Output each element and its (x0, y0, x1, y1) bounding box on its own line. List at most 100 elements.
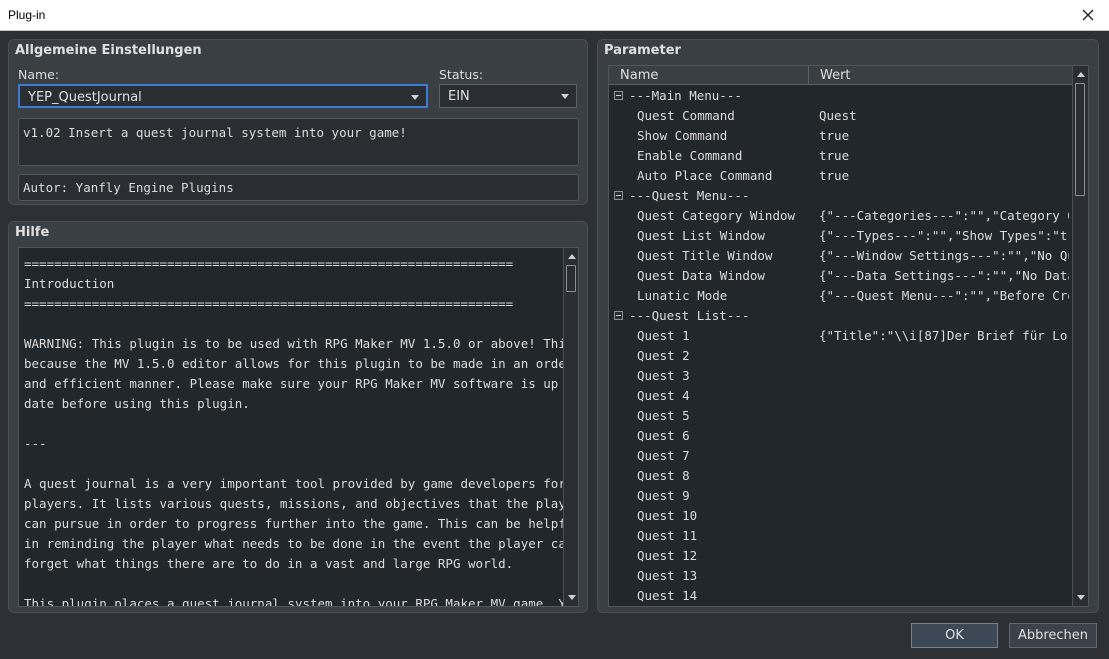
collapse-icon[interactable] (614, 91, 623, 100)
parameter-row[interactable]: Enable Command true (609, 146, 1071, 166)
parameter-row[interactable]: Quest Command Quest (609, 106, 1071, 126)
parameter-name: Quest 14 (637, 588, 698, 603)
help-line: players. It lists various quests, missio… (24, 496, 579, 511)
chevron-down-icon (561, 94, 569, 99)
parameter-row[interactable]: Quest List Window {"---Types---":"","Show… (609, 226, 1071, 246)
parameter-table[interactable]: Name Wert ---Main Menu--- Quest Command Qu… (608, 65, 1089, 607)
help-line: ========================================… (24, 256, 514, 271)
close-icon[interactable] (1077, 4, 1099, 26)
ok-button[interactable]: OK (911, 623, 998, 648)
parameter-name: Quest Title Window (637, 248, 773, 263)
parameter-value: {"---Quest Menu---":"","Before Cre… (819, 288, 1069, 303)
scroll-thumb[interactable] (1075, 83, 1085, 196)
title-bar: Plug-in (0, 0, 1109, 31)
scroll-down-icon[interactable] (564, 590, 578, 606)
parameter-row[interactable]: Quest Data Window {"---Data Settings---":… (609, 266, 1071, 286)
parameter-row[interactable]: Auto Place Command true (609, 166, 1071, 186)
column-header-name[interactable]: Name (609, 66, 809, 85)
parameter-group-row[interactable]: ---Main Menu--- (609, 86, 1071, 106)
author-field: Autor: Yanfly Engine Plugins (18, 174, 579, 201)
parameter-row[interactable]: Quest 1 {"Title":"\\i[87]Der Brief für Lo… (609, 326, 1071, 346)
parameter-value: {"---Window Settings---":"","No Qu… (819, 248, 1069, 263)
parameter-row[interactable]: Quest 7 (609, 446, 1071, 466)
table-header: Name Wert (609, 66, 1072, 85)
parameter-scrollbar[interactable] (1072, 66, 1088, 606)
help-line: ========================================… (24, 296, 514, 311)
parameter-row[interactable]: Quest Title Window {"---Window Settings--… (609, 246, 1071, 266)
parameter-row[interactable]: Quest 2 (609, 346, 1071, 366)
help-text-area[interactable]: ========================================… (18, 247, 579, 607)
help-scrollbar[interactable] (563, 248, 578, 606)
window-title: Plug-in (8, 8, 46, 22)
parameter-value: true (819, 148, 850, 163)
parameter-name: Lunatic Mode (637, 288, 728, 303)
parameter-name: Quest 7 (637, 448, 690, 463)
parameter-row[interactable]: Quest 14 (609, 586, 1071, 606)
parameter-row[interactable]: Quest 5 (609, 406, 1071, 426)
parameter-value: {"---Types---":"","Show Types":"tr… (819, 228, 1069, 243)
parameter-name: Auto Place Command (637, 168, 773, 183)
parameter-name: Quest 11 (637, 528, 698, 543)
parameter-name: Quest 10 (637, 508, 698, 523)
scroll-thumb[interactable] (566, 265, 576, 292)
parameter-row[interactable]: Quest 10 (609, 506, 1071, 526)
description-text: v1.02 Insert a quest journal system into… (23, 125, 407, 140)
parameter-row[interactable]: Quest 8 (609, 466, 1071, 486)
parameter-value: Quest (819, 108, 857, 123)
parameter-name: Quest 8 (637, 468, 690, 483)
parameter-name: Quest 1 (637, 328, 690, 343)
parameter-row[interactable]: Quest 9 (609, 486, 1071, 506)
help-line: because the MV 1.5.0 editor allows for t… (24, 356, 579, 371)
parameter-name: Quest 5 (637, 408, 690, 423)
parameter-name: Quest Command (637, 108, 735, 123)
status-value: EIN (448, 89, 470, 104)
parameter-row[interactable]: Quest 12 (609, 546, 1071, 566)
column-header-value[interactable]: Wert (809, 66, 1072, 85)
help-group: Hilfe ==================================… (8, 221, 588, 613)
parameter-row[interactable]: Quest 3 (609, 366, 1071, 386)
help-title: Hilfe (15, 225, 50, 240)
parameter-group-row[interactable]: ---Quest Menu--- (609, 186, 1071, 206)
dialog-body: Allgemeine Einstellungen Name: Status: Y… (0, 31, 1109, 659)
collapse-icon[interactable] (614, 311, 623, 320)
parameter-name: ---Main Menu--- (629, 88, 742, 103)
help-text: ========================================… (24, 254, 579, 607)
help-line: --- (24, 436, 47, 451)
parameter-row[interactable]: Lunatic Mode {"---Quest Menu---":"","Befo… (609, 286, 1071, 306)
status-select[interactable]: EIN (439, 84, 577, 108)
help-line: This plugin places a quest journal syste… (24, 596, 579, 607)
help-line: can pursue in order to progress further … (24, 516, 579, 531)
help-line: A quest journal is a very important tool… (24, 476, 579, 491)
collapse-icon[interactable] (614, 191, 623, 200)
parameter-value: true (819, 128, 850, 143)
help-line (24, 414, 559, 434)
parameter-group: Parameter Name Wert ---Main Menu--- Quest… (597, 39, 1099, 613)
parameter-name: Quest 2 (637, 348, 690, 363)
parameter-row[interactable]: Quest 6 (609, 426, 1071, 446)
parameter-row[interactable]: Quest Category Window {"---Categories---"… (609, 206, 1071, 226)
cancel-button[interactable]: Abbrechen (1009, 623, 1097, 648)
help-line: in reminding the player what needs to be… (24, 536, 574, 551)
parameter-row[interactable]: Show Command true (609, 126, 1071, 146)
parameter-row[interactable]: Quest 4 (609, 386, 1071, 406)
status-label: Status: (439, 67, 484, 82)
help-line: and efficient manner. Please make sure y… (24, 376, 579, 391)
parameter-name: Quest Category Window (637, 208, 796, 223)
parameter-row[interactable]: Quest 11 (609, 526, 1071, 546)
name-label: Name: (18, 67, 60, 82)
parameter-value: {"---Data Settings---":"","No Data… (819, 268, 1069, 283)
parameter-value: {"---Categories---":"","Category O… (819, 208, 1069, 223)
parameter-row[interactable]: Quest 13 (609, 566, 1071, 586)
general-settings-group: Allgemeine Einstellungen Name: Status: Y… (8, 39, 588, 205)
parameter-name: Quest List Window (637, 228, 765, 243)
parameter-value: true (819, 168, 850, 183)
parameter-name: ---Quest List--- (629, 308, 750, 323)
scroll-down-icon[interactable] (1073, 590, 1088, 606)
plugin-name-select[interactable]: YEP_QuestJournal (18, 84, 428, 108)
scroll-up-icon[interactable] (564, 248, 578, 264)
help-line: Introduction (24, 276, 115, 291)
help-line: date before using this plugin. (24, 396, 250, 411)
parameter-group-row[interactable]: ---Quest List--- (609, 306, 1071, 326)
scroll-up-icon[interactable] (1073, 66, 1088, 82)
parameter-name: Quest 12 (637, 548, 698, 563)
